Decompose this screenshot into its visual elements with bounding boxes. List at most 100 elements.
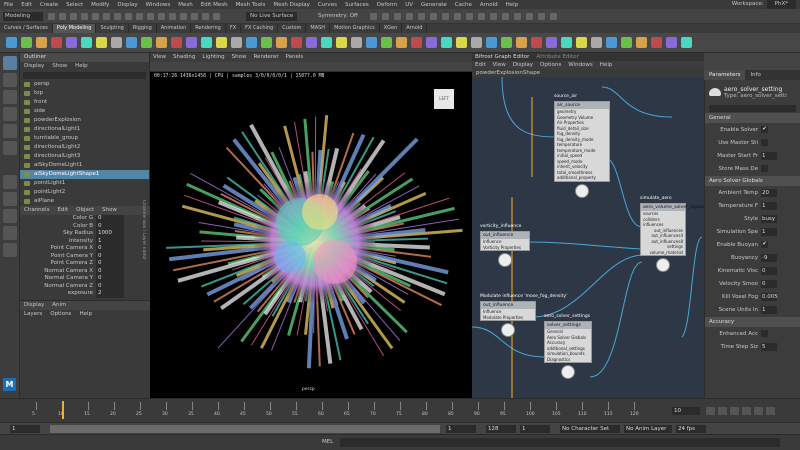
status-tool-icon[interactable] (478, 13, 485, 20)
param-value[interactable]: 5 (761, 342, 777, 351)
go-end-icon[interactable] (766, 407, 775, 415)
status-tool-icon[interactable] (550, 13, 557, 20)
shelf-tool-icon[interactable] (396, 37, 407, 48)
channel-value[interactable]: 0 (96, 215, 124, 223)
param-value[interactable]: 0 (761, 266, 777, 275)
shelf-tool-icon[interactable] (306, 37, 317, 48)
channel-value[interactable]: 0 (96, 267, 124, 275)
param-checkbox[interactable] (761, 330, 768, 337)
layout-graph-icon[interactable] (3, 243, 17, 257)
shelf-tool-icon[interactable] (561, 37, 572, 48)
param-value[interactable]: 0 (761, 279, 777, 288)
range-start-inner[interactable]: 1 (446, 425, 476, 433)
status-tool-icon[interactable] (191, 13, 198, 20)
current-frame-field[interactable]: 10 (672, 407, 700, 415)
outliner-menu-display[interactable]: Display (24, 62, 44, 71)
status-tool-icon[interactable] (213, 13, 220, 20)
shelf-tool-icon[interactable] (231, 37, 242, 48)
status-tool-icon[interactable] (114, 13, 121, 20)
channel-value[interactable]: 0 (96, 222, 124, 230)
play-icon[interactable] (742, 407, 751, 415)
viewport-menu-show[interactable]: Show (232, 53, 247, 62)
node-input-port[interactable]: simulation_bounds (545, 351, 591, 357)
shelf-tool-icon[interactable] (636, 37, 647, 48)
bifrost-graph-editor[interactable]: Bifrost Graph Editor Attribute Editor Ed… (472, 53, 704, 408)
status-tool-icon[interactable] (370, 13, 377, 20)
lasso-tool-icon[interactable] (3, 73, 17, 87)
shelf-tool-icon[interactable] (321, 37, 332, 48)
node-input-port[interactable]: Vorticity Properties (481, 245, 529, 251)
shelf-tool-icon[interactable] (126, 37, 137, 48)
viewport-menu-renderer[interactable]: Renderer (253, 53, 278, 62)
shelf-tab[interactable]: Poly Modeling (52, 24, 97, 33)
shelf-tool-icon[interactable] (171, 37, 182, 48)
status-tool-icon[interactable] (502, 13, 509, 20)
channel-row[interactable]: Normal Camera Y0 (20, 275, 150, 283)
status-tool-icon[interactable] (394, 13, 401, 20)
shelf-tab[interactable]: MASH (306, 24, 331, 33)
channel-row[interactable]: Point Camera Z0 (20, 260, 150, 268)
menu-cache[interactable]: Cache (451, 2, 476, 8)
shelf-tool-icon[interactable] (96, 37, 107, 48)
channels-menu-show[interactable]: Show (102, 206, 117, 215)
shelf-tool-icon[interactable] (36, 37, 47, 48)
section-header[interactable]: Aero Solver Globals (705, 176, 800, 186)
outliner-item[interactable]: pointLight2 (20, 188, 149, 197)
outliner-item[interactable]: turntable_group (20, 134, 149, 143)
bifrost-menu-help[interactable]: Help (600, 61, 613, 69)
params-tab-info[interactable]: Info (745, 70, 765, 80)
bifrost-title[interactable]: Bifrost Graph Editor (475, 53, 529, 61)
param-value[interactable]: 1 (761, 201, 777, 210)
params-search-input[interactable] (709, 105, 796, 112)
param-value[interactable]: 0.005 (761, 292, 778, 301)
shelf-tool-icon[interactable] (336, 37, 347, 48)
layout-four-icon[interactable] (3, 192, 17, 206)
menu-help[interactable]: Help (502, 2, 523, 8)
shelf-tool-icon[interactable] (246, 37, 257, 48)
mel-input[interactable] (340, 438, 780, 447)
shelf-tool-icon[interactable] (546, 37, 557, 48)
menu-select[interactable]: Select (62, 2, 87, 8)
shelf-tool-icon[interactable] (606, 37, 617, 48)
outliner-item[interactable]: aiSkyDomeLightShape1 (20, 170, 149, 179)
section-header[interactable]: General (705, 113, 800, 123)
channels-menu-channels[interactable]: Channels (24, 206, 49, 215)
bifrost-menu-windows[interactable]: Windows (568, 61, 593, 69)
menu-deform[interactable]: Deform (373, 2, 401, 8)
workspace-value[interactable]: PhX* (766, 0, 796, 9)
status-tool-icon[interactable] (180, 13, 187, 20)
shelf-tool-icon[interactable] (486, 37, 497, 48)
channel-row[interactable]: Point Camera Y0 (20, 252, 150, 260)
outliner-menu-show[interactable]: Show (52, 62, 67, 71)
channels-menu-edit[interactable]: Edit (57, 206, 68, 215)
status-tool-icon[interactable] (136, 13, 143, 20)
range-bar[interactable] (50, 425, 440, 433)
status-tool-icon[interactable] (382, 13, 389, 20)
menu-edit[interactable]: Edit (17, 2, 36, 8)
bifrost-menu-options[interactable]: Options (540, 61, 561, 69)
shelf-tool-icon[interactable] (591, 37, 602, 48)
shelf-tab[interactable]: Animation (157, 24, 192, 33)
channel-value[interactable]: 0 (96, 245, 124, 253)
param-value[interactable]: -9 (761, 253, 777, 262)
channel-row[interactable]: Intensity 1 (20, 237, 150, 245)
param-value[interactable]: 1 (761, 305, 777, 314)
go-start-icon[interactable] (706, 407, 715, 415)
param-value[interactable]: 1 (761, 151, 777, 160)
shelf-tool-icon[interactable] (186, 37, 197, 48)
bifrost-menu-display[interactable]: Display (513, 61, 533, 69)
layer-tab-anim[interactable]: Anim (52, 301, 66, 310)
status-tool-icon[interactable] (147, 13, 154, 20)
shelf-tool-icon[interactable] (666, 37, 677, 48)
shelf-tool-icon[interactable] (381, 37, 392, 48)
time-slider[interactable]: 5 10 15 20 25 30 35 40 45 50 55 60 65 70 75 80 85 90 95 100… (0, 398, 800, 422)
node-input-port[interactable]: Diagnostics (545, 357, 591, 363)
shelf-tool-icon[interactable] (531, 37, 542, 48)
menu-mesh-tools[interactable]: Mesh Tools (232, 2, 270, 8)
menu-curves[interactable]: Curves (314, 2, 341, 8)
status-tool-icon[interactable] (70, 13, 77, 20)
workspace-selector[interactable]: Workspace: PhX* (732, 0, 796, 9)
outliner-search-input[interactable] (23, 72, 146, 79)
shelf-tab[interactable]: Custom (278, 24, 307, 33)
status-tool-icon[interactable] (158, 13, 165, 20)
